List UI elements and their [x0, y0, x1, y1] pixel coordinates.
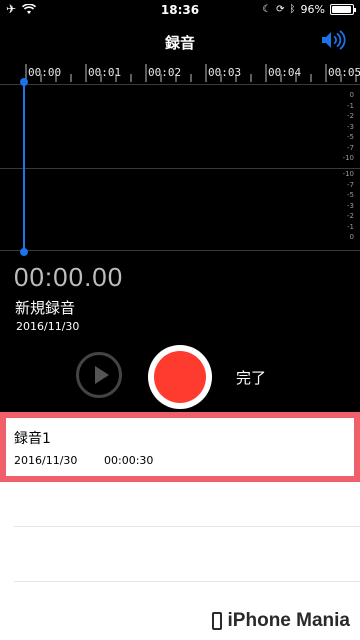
db-label: -3 [347, 122, 354, 131]
recording-name[interactable]: 新規録音 [15, 297, 75, 318]
db-label: -1 [347, 222, 354, 231]
watermark-text: iPhone Mania [227, 610, 350, 631]
status-bar: ✈ 18:36 ☾ ⟳ ᛒ 96% [0, 0, 360, 20]
speaker-icon[interactable] [320, 30, 346, 50]
list-item[interactable]: 録音1 2016/11/30 00:00:30 [0, 412, 360, 482]
db-label: -1 [347, 101, 354, 110]
done-button[interactable]: 完了 [236, 367, 266, 388]
db-label: 0 [349, 91, 354, 99]
db-label: -2 [347, 112, 354, 120]
battery-icon [330, 4, 356, 15]
db-label: -10 [342, 170, 354, 178]
list-item-title: 録音1 [14, 431, 51, 447]
db-label: 0 [349, 233, 354, 241]
time-tick-label: 00:02 [148, 66, 182, 79]
rotation-lock-icon: ⟳ [276, 4, 285, 15]
db-label: -7 [347, 143, 354, 152]
phone-icon [211, 612, 222, 630]
status-right: ☾ ⟳ ᛒ 96% [262, 3, 356, 16]
watermark-brand: iPhone Mania [211, 610, 350, 632]
bluetooth-icon: ᛒ [289, 4, 296, 15]
list-separator [14, 526, 360, 527]
battery-fill [332, 6, 352, 13]
playhead-bottom-handle[interactable] [20, 248, 28, 256]
time-tick-label: 00:01 [88, 66, 122, 79]
db-label: -2 [347, 212, 354, 220]
list-item-date: 2016/11/30 [14, 454, 78, 467]
db-label: -10 [342, 154, 354, 162]
record-button[interactable] [148, 345, 212, 409]
battery-percent: 96% [300, 3, 325, 16]
db-label: -5 [347, 133, 354, 141]
waveform-top-line [0, 84, 360, 85]
recorder-panel: ✈ 18:36 ☾ ⟳ ᛒ 96% 録音 00:00 00:01 00:02 00:0… [0, 0, 360, 412]
play-icon [95, 366, 109, 384]
list-separator [14, 581, 360, 582]
time-tick-label: 00:05 [328, 66, 360, 79]
play-button[interactable] [76, 352, 122, 398]
recording-date: 2016/11/30 [16, 320, 80, 333]
waveform-center-line [0, 168, 360, 169]
playhead[interactable] [23, 80, 25, 252]
list-item-duration: 00:00:30 [104, 454, 154, 467]
time-tick-label: 00:03 [208, 66, 242, 79]
waveform-bottom-line [0, 250, 360, 251]
time-tick-label: 00:04 [268, 66, 302, 79]
nav-title: 録音 [164, 34, 195, 52]
db-label: -7 [347, 180, 354, 189]
waveform-timeline[interactable]: 00:00 00:01 00:02 00:03 00:04 00:05 0 -1 -2 -3 -5… [0, 60, 360, 260]
time-tick-label: 00:00 [28, 66, 62, 79]
moon-icon: ☾ [262, 4, 272, 15]
db-label: -5 [347, 191, 354, 199]
db-label: -3 [347, 201, 354, 210]
elapsed-time: 00:00.00 [14, 262, 124, 292]
record-icon [154, 351, 206, 403]
playhead-top-handle[interactable] [20, 78, 28, 86]
